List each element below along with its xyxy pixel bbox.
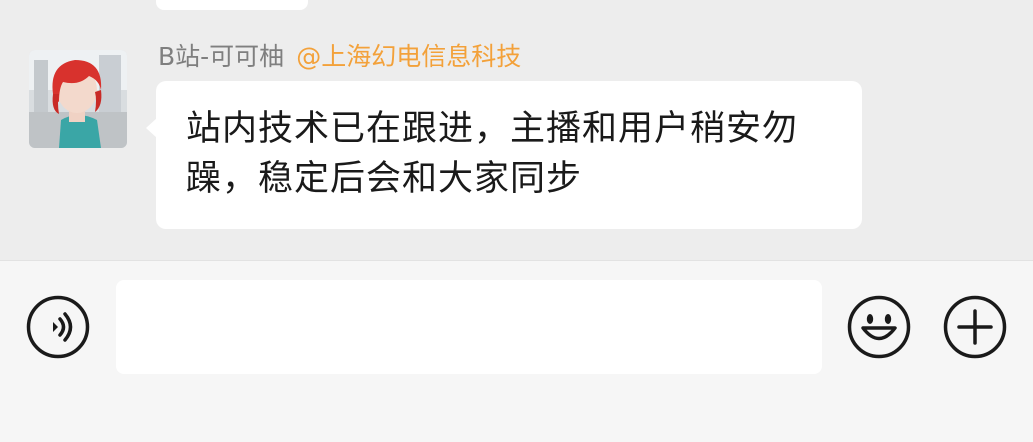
- message-text: 站内技术已在跟进，主播和用户稍安勿躁，稳定后会和大家同步: [186, 109, 799, 199]
- sender-line: B站-可可柚 @上海幻电信息科技: [158, 40, 521, 74]
- voice-button[interactable]: [26, 295, 90, 359]
- chat-area: B站-可可柚 @上海幻电信息科技 站内技术已在跟进，主播和用户稍安勿躁，稳定后会和…: [0, 0, 1033, 260]
- emoji-icon: [847, 295, 911, 359]
- message-bubble[interactable]: 站内技术已在跟进，主播和用户稍安勿躁，稳定后会和大家同步: [156, 81, 862, 229]
- avatar[interactable]: [29, 50, 127, 148]
- emoji-button[interactable]: [847, 295, 911, 359]
- previous-message-bubble[interactable]: [156, 0, 308, 10]
- message-input[interactable]: [116, 280, 822, 374]
- more-button[interactable]: [943, 295, 1007, 359]
- avatar-image: [29, 50, 127, 148]
- sender-name[interactable]: B站-可可柚: [158, 42, 284, 71]
- sender-mention[interactable]: @上海幻电信息科技: [296, 42, 521, 71]
- input-bar: [0, 260, 1033, 442]
- plus-icon: [943, 295, 1007, 359]
- voice-icon: [26, 295, 90, 359]
